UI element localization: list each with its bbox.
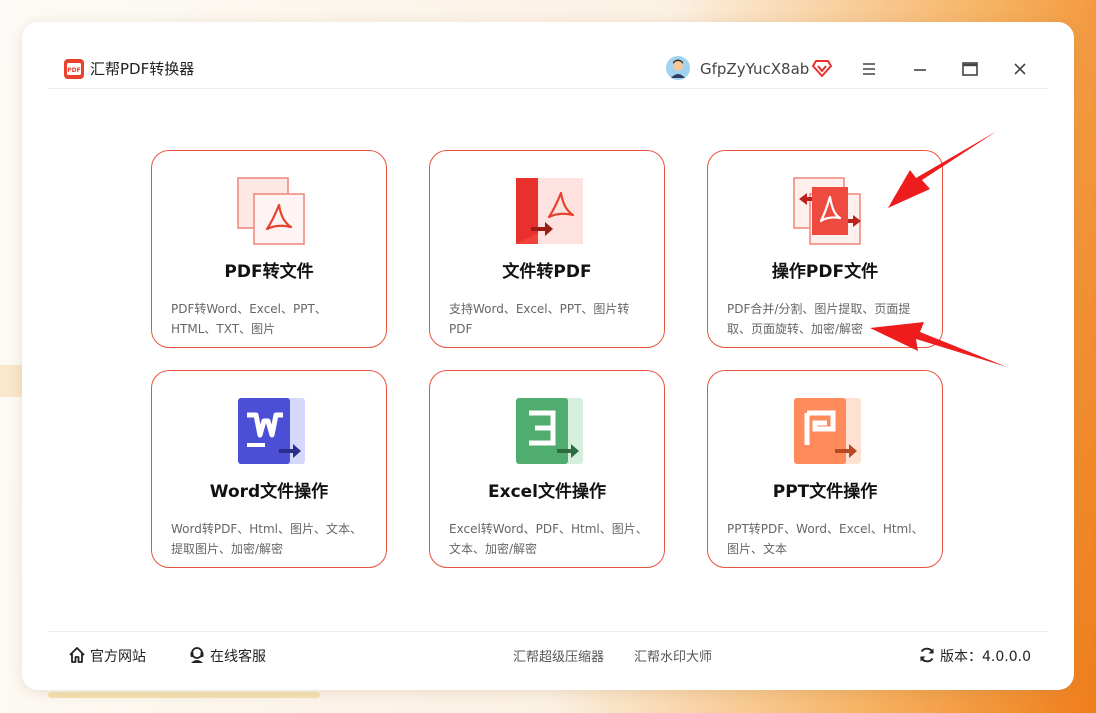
ppt-icon [794, 398, 861, 464]
title-bar: PDF 汇帮PDF转换器 GfpZyYucX8ab [48, 48, 1048, 89]
card-desc: 支持Word、Excel、PPT、图片转PDF [449, 302, 630, 336]
excel-icon [516, 398, 583, 464]
version-info: 版本：4.0.0.0 [918, 646, 1031, 668]
watermark-link[interactable]: 汇帮水印大师 [634, 647, 712, 669]
maximize-button[interactable] [959, 58, 981, 80]
support-link[interactable]: 在线客服 [188, 646, 266, 668]
card-file-to-pdf[interactable]: 文件转PDF 支持Word、Excel、PPT、图片转PDF [429, 150, 665, 348]
user-name[interactable]: GfpZyYucX8ab [700, 59, 809, 79]
home-icon [69, 647, 85, 663]
card-desc: PDF转Word、Excel、PPT、HTML、TXT、图片 [171, 302, 327, 336]
svg-text:PDF: PDF [67, 67, 80, 74]
card-title: Word文件操作 [209, 482, 329, 502]
app-logo-icon: PDF [64, 59, 84, 79]
pdf-to-file-icon [237, 177, 305, 245]
card-word[interactable]: Word文件操作 Word转PDF、Html、图片、文本、提取图片、加密/解密 [151, 370, 387, 568]
support-label: 在线客服 [210, 649, 266, 665]
file-to-pdf-icon [516, 178, 583, 244]
footer-bar: 官方网站 在线客服 汇帮超级压缩器 汇帮水印大师 版本：4.0.0.0 [48, 631, 1048, 690]
backdrop-strip [48, 692, 320, 698]
card-operate-pdf[interactable]: 操作PDF文件 PDF合并/分割、图片提取、页面提取、页面旋转、加密/解密 [707, 150, 943, 348]
word-icon [238, 398, 305, 464]
menu-button[interactable] [858, 58, 880, 80]
card-desc: PPT转PDF、Word、Excel、Html、图片、文本 [727, 522, 924, 556]
avatar[interactable] [666, 56, 690, 80]
refresh-icon[interactable] [918, 646, 936, 664]
card-pdf-to-file[interactable]: PDF转文件 PDF转Word、Excel、PPT、HTML、TXT、图片 [151, 150, 387, 348]
headset-icon [190, 647, 204, 663]
card-title: PDF转文件 [224, 262, 314, 282]
compressor-link[interactable]: 汇帮超级压缩器 [513, 647, 604, 669]
website-link[interactable]: 官方网站 [68, 646, 146, 668]
card-title: 文件转PDF [502, 262, 592, 282]
website-label: 官方网站 [90, 649, 146, 665]
version-number: 4.0.0.0 [982, 649, 1031, 665]
vip-diamond-icon[interactable] [812, 58, 832, 78]
close-button[interactable] [1009, 58, 1031, 80]
card-title: PPT文件操作 [772, 482, 878, 502]
app-title: 汇帮PDF转换器 [90, 60, 195, 78]
card-excel[interactable]: Excel文件操作 Excel转Word、PDF、Html、图片、文本、加密/解… [429, 370, 665, 568]
app-window: PDF 汇帮PDF转换器 GfpZyYucX8ab PDF转文件 PDF转Wor… [22, 22, 1074, 690]
operate-pdf-icon [793, 177, 861, 245]
card-desc: Word转PDF、Html、图片、文本、提取图片、加密/解密 [171, 522, 362, 556]
card-desc: PDF合并/分割、图片提取、页面提取、页面旋转、加密/解密 [727, 302, 911, 336]
card-ppt[interactable]: PPT文件操作 PPT转PDF、Word、Excel、Html、图片、文本 [707, 370, 943, 568]
minimize-button[interactable] [909, 58, 931, 80]
version-label: 版本： [940, 649, 982, 665]
card-desc: Excel转Word、PDF、Html、图片、文本、加密/解密 [449, 522, 648, 556]
card-title: Excel文件操作 [487, 482, 606, 502]
card-title: 操作PDF文件 [771, 262, 879, 282]
